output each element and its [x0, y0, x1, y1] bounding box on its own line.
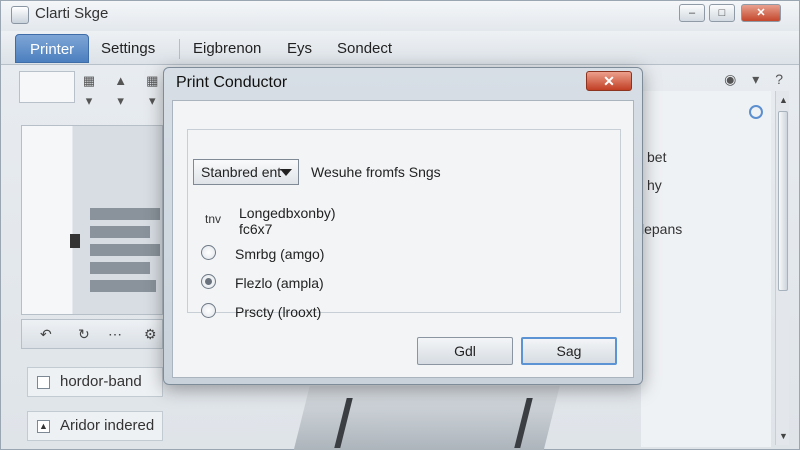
tool-icon[interactable]: ▾ — [107, 93, 135, 109]
settings-icon[interactable]: ⚙ — [144, 326, 157, 343]
maximize-button[interactable]: □ — [709, 4, 735, 22]
vertical-scrollbar[interactable]: ▲ ▼ — [775, 91, 789, 445]
tool-row-bottom: ▾ ▾ ▾ — [75, 93, 175, 113]
scroll-down-icon[interactable]: ▼ — [779, 431, 788, 441]
tool-icon[interactable]: ▲ — [107, 73, 135, 88]
radio-label-1: Smrbg (amgo) — [235, 246, 325, 262]
radio-option-3[interactable] — [201, 303, 216, 318]
app-titlebar: Clarti Skge – □ ✕ — [1, 1, 799, 31]
sidebar-item-label: hordor-band — [60, 373, 142, 390]
tool-row-top: ▦ ▲ ▦ — [75, 73, 175, 93]
checkbox-icon[interactable]: ▲ — [37, 420, 50, 433]
tool-icon[interactable]: ▦ — [75, 73, 103, 89]
dropdown-caption: Wesuhe fromfs Sngs — [311, 164, 441, 180]
radio-label-2: Flezlo (ampla) — [235, 275, 324, 291]
right-pane-text: bet — [647, 149, 667, 165]
sidebar-item-label: Aridor indered — [60, 417, 155, 434]
option-label-line1: Longedbxonby) — [239, 205, 336, 221]
right-pane-text: hy — [647, 177, 662, 193]
sidebar-item-band[interactable]: hordor-band — [27, 367, 163, 397]
ribbon-tabbar: Printer Settings Eigbrenon Eys Sondect ◉… — [1, 31, 799, 89]
chevron-down-icon — [280, 169, 292, 176]
radio-label-3: Prscty (lrooxt) — [235, 304, 322, 320]
option-label-line2: fc6x7 — [239, 221, 273, 237]
dialog-title: Print Conductor — [176, 74, 288, 91]
secondary-button[interactable]: Gdl — [417, 337, 513, 365]
tab-eigbrenon[interactable]: Eigbrenon — [179, 34, 275, 63]
dropdown-icon[interactable]: ▾ — [752, 71, 759, 87]
right-pane-text: lepans — [641, 221, 683, 237]
tool-icon[interactable]: ▾ — [75, 93, 103, 109]
sidebar-item-aridor[interactable]: ▲ Aridor indered — [27, 411, 163, 441]
radio-option-1[interactable] — [201, 245, 216, 260]
dialog-titlebar[interactable]: Print Conductor ✕ — [164, 68, 642, 98]
tab-settings[interactable]: Settings — [87, 34, 169, 63]
tab-sondect[interactable]: Sondect — [323, 34, 406, 63]
printer-stripe — [334, 398, 353, 448]
primary-button[interactable]: Sag — [521, 337, 617, 365]
undo-icon[interactable]: ↶ — [40, 326, 52, 343]
preview-marker — [70, 234, 80, 248]
thumbnail-icon[interactable] — [19, 71, 75, 103]
printer-stripe — [514, 398, 533, 448]
search-icon[interactable] — [749, 105, 763, 119]
ribbon-right-icons: ◉ ▾ ? — [712, 71, 783, 88]
scroll-thumb[interactable] — [778, 111, 788, 291]
minimize-button[interactable]: – — [679, 4, 705, 22]
help-icon[interactable]: ? — [775, 71, 783, 87]
app-icon — [11, 6, 29, 24]
printer-icon[interactable]: ◉ — [724, 71, 736, 87]
app-title: Clarti Skge — [35, 5, 109, 22]
print-conductor-dialog: Print Conductor ✕ Stanbred ent Wesuhe fr… — [163, 67, 643, 385]
dialog-close-button[interactable]: ✕ — [586, 71, 632, 91]
right-pane: bet hy lepans — [641, 91, 771, 447]
scroll-up-icon[interactable]: ▲ — [779, 95, 788, 105]
tab-eys[interactable]: Eys — [273, 34, 326, 63]
dropdown-value: Stanbred ent — [201, 164, 282, 180]
preview-line — [90, 226, 150, 238]
tab-printer[interactable]: Printer — [15, 34, 90, 63]
app-close-button[interactable]: ✕ — [741, 4, 781, 22]
preview-line — [90, 262, 150, 274]
preview-toolbar: ↶ ↻ ⋯ ⚙ — [21, 319, 163, 349]
preview-line — [90, 280, 156, 292]
dialog-body: Stanbred ent Wesuhe fromfs Sngs tnv Long… — [172, 100, 634, 378]
refresh-icon[interactable]: ↻ — [78, 326, 90, 343]
more-icon[interactable]: ⋯ — [108, 326, 122, 343]
checkbox-icon[interactable] — [37, 376, 50, 389]
radio-option-2[interactable] — [201, 274, 216, 289]
preset-dropdown[interactable]: Stanbred ent — [193, 159, 299, 185]
printer-illustration — [292, 386, 560, 450]
preview-line — [90, 244, 160, 256]
page-preview — [21, 125, 163, 315]
preview-line — [90, 208, 160, 220]
option-mark: tnv — [205, 212, 222, 226]
